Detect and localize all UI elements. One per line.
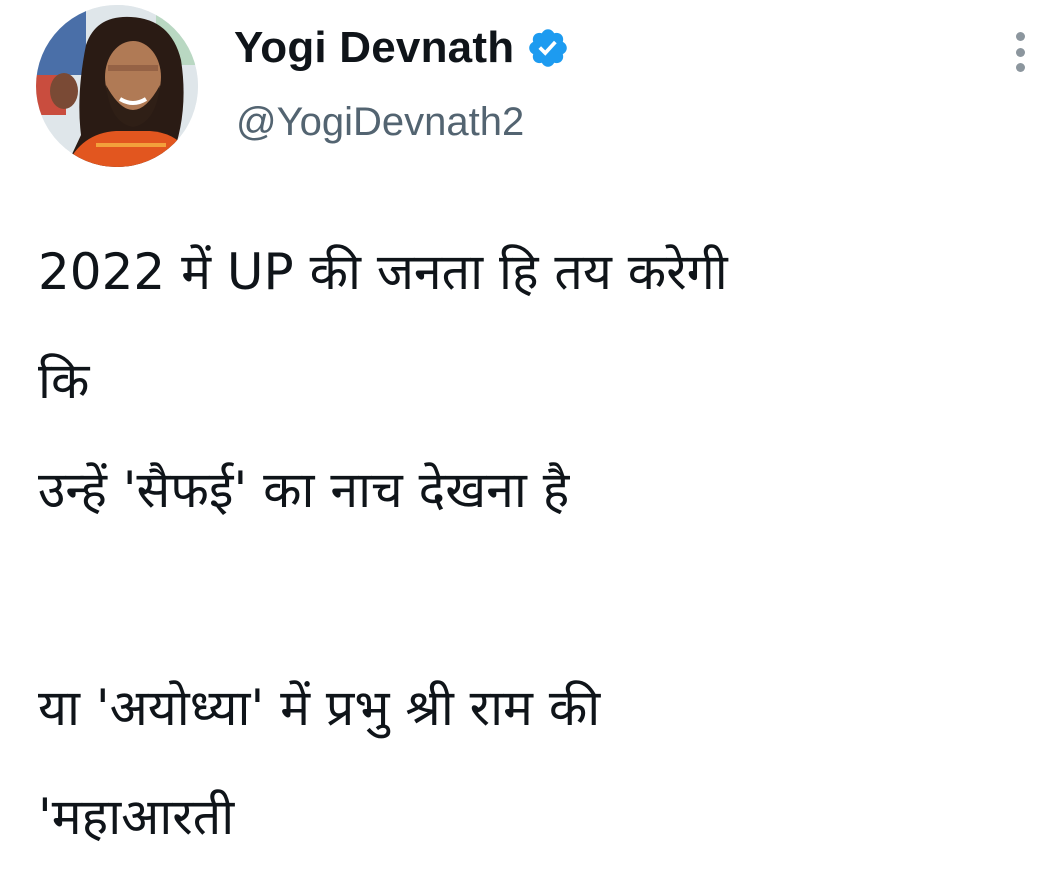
tweet-body: 2022 में UP की जनता हि तय करेगी कि उन्हे…: [38, 218, 1028, 872]
tweet-line: कि: [38, 352, 90, 410]
more-options-icon[interactable]: [1004, 28, 1036, 76]
avatar[interactable]: [36, 5, 198, 167]
more-dot-3: [1015, 63, 1025, 72]
author-display-name[interactable]: Yogi Devnath: [234, 20, 514, 76]
verified-badge-icon: [526, 26, 570, 70]
tweet-line: उन्हें 'सैफई' का नाच देखना है: [38, 461, 570, 519]
tweet-line: या 'अयोध्या' में प्रभु श्री राम की: [38, 679, 601, 737]
author-handle[interactable]: @YogiDevnath2: [236, 96, 524, 148]
profile-photo: [36, 5, 198, 167]
more-dot-2: [1015, 47, 1025, 57]
author-name-row[interactable]: Yogi Devnath: [234, 20, 570, 76]
more-dot-1: [1015, 32, 1025, 41]
tweet-line: 2022 में UP की जनता हि तय करेगी: [38, 243, 728, 301]
tweet-line: 'महाआरती: [38, 788, 235, 846]
